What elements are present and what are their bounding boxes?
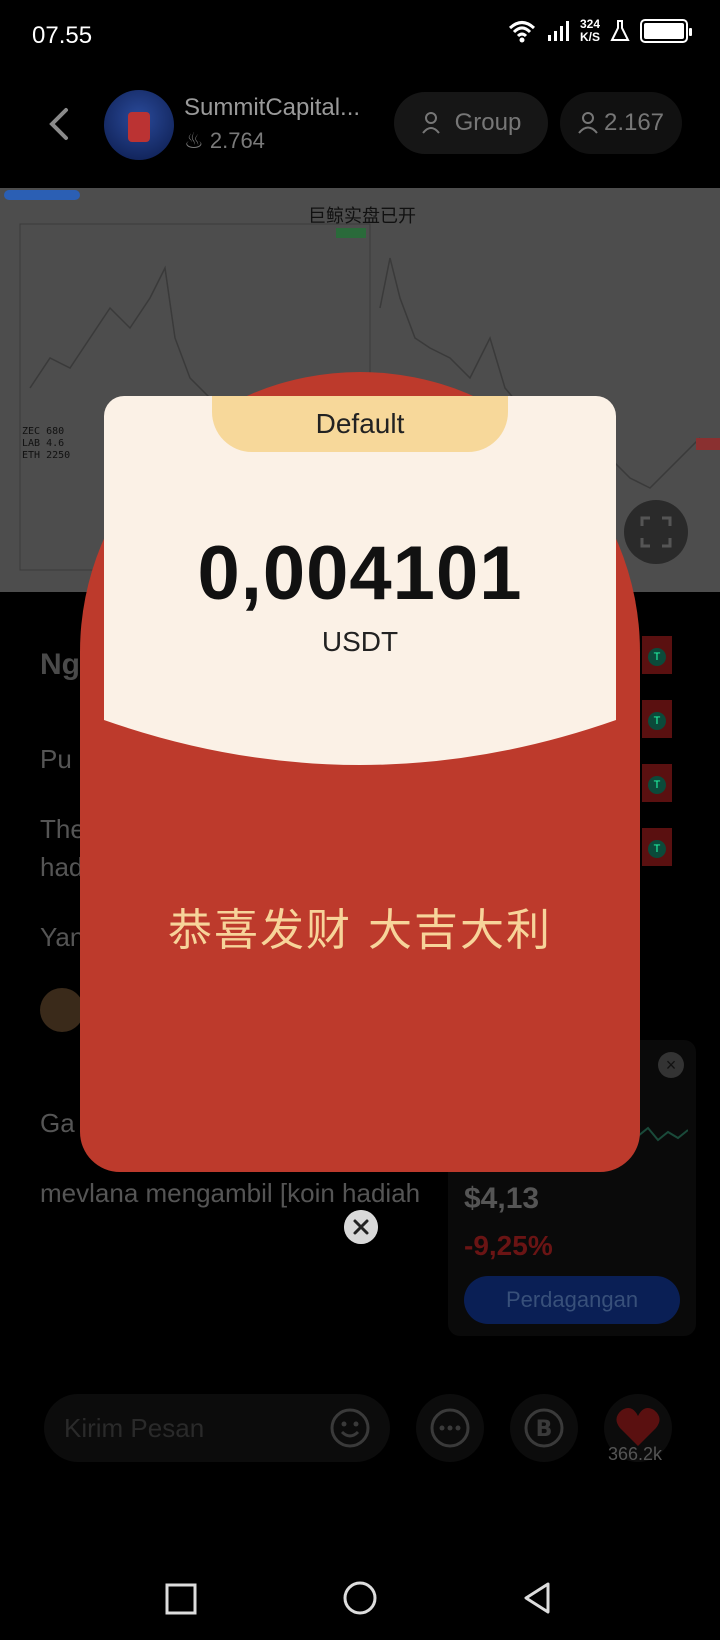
chat-line: The [40,814,85,844]
person-icon [578,112,598,134]
room-header: SummitCapital... ♨ 2.764 Group 2.167 [0,80,720,170]
home-icon[interactable] [342,1580,378,1616]
system-nav-bar [0,1560,720,1640]
ticker-item: LAB 4.6 [22,438,65,449]
message-input[interactable] [64,1394,314,1462]
room-name[interactable]: SummitCapital... [184,94,360,122]
ticker-item: ETH 2250 [22,450,71,461]
flame-icon: ♨ [184,128,204,153]
group-button[interactable]: Group [394,92,548,154]
person-add-icon [421,112,440,134]
tether-icon: T [648,840,666,858]
section-heading: Ng [40,648,80,681]
close-icon[interactable] [344,1210,378,1244]
status-icons: 324 K/S [508,18,692,44]
flask-icon [610,20,630,41]
trade-change: -9,25% [464,1230,553,1261]
side-tag[interactable]: T [642,636,672,674]
chart-tag [4,190,80,200]
bitcoin-icon: B [524,1408,564,1448]
svg-text:B: B [536,1417,553,1442]
recent-apps-icon[interactable] [164,1582,198,1616]
side-tag[interactable]: T [642,828,672,866]
back-arrow-icon[interactable] [40,104,80,144]
chat-avatar[interactable] [40,988,84,1032]
close-icon[interactable]: × [658,1052,684,1078]
fullscreen-button[interactable] [624,500,688,564]
room-likes-count: 2.764 [209,128,265,153]
chat-line: Ga [40,1108,75,1138]
reward-currency: USDT [321,626,399,657]
signal-icon [547,21,569,41]
network-speed-unit: K/S [579,30,600,44]
bitcoin-button[interactable]: B [510,1394,578,1462]
trade-price: $4,13 [464,1182,540,1215]
tether-icon: T [648,712,666,730]
viewer-count: 2.167 [560,92,682,154]
chart-overlay-text: 巨鲸实盘已开 [308,206,416,227]
side-tag[interactable]: T [642,764,672,802]
status-time: 07.55 [32,22,93,49]
tether-icon: T [648,776,666,794]
status-bar: 07.55 324 K/S [0,0,720,72]
network-speed: 324 K/S [580,18,600,44]
group-label: Group [454,109,522,136]
ticker-list: ZEC 680 LAB 4.6 ETH 2250 [22,426,70,462]
more-options-button[interactable] [416,1394,484,1462]
envelope-card-curve [104,720,616,780]
reward-amount: 0,004101 [197,531,523,616]
battery-icon [640,19,692,43]
viewer-count-value: 2.167 [603,109,665,136]
wifi-icon [508,21,535,43]
likes-count: 366.2k [608,1444,663,1464]
envelope-tab-label: Default [212,396,508,452]
chat-line: Yan [40,922,85,952]
tether-icon: T [648,648,666,666]
room-avatar[interactable] [104,90,174,160]
blessing-text: 恭喜发财 大吉大利 [168,905,552,956]
ticker-item: ZEC 680 [22,426,65,437]
back-icon[interactable] [520,1580,554,1616]
message-input-bar [44,1394,390,1462]
trade-button[interactable]: Perdagangan [464,1276,680,1324]
room-likes: ♨ 2.764 [184,128,265,154]
side-tag[interactable]: T [642,700,672,738]
emoji-icon[interactable] [326,1404,374,1452]
fullscreen-icon [640,516,672,548]
chat-line: mevlana mengambil [koin hadiah [40,1178,421,1208]
chat-line: Pu [40,744,72,774]
more-dots-icon [430,1408,470,1448]
chat-line: had [40,852,84,882]
